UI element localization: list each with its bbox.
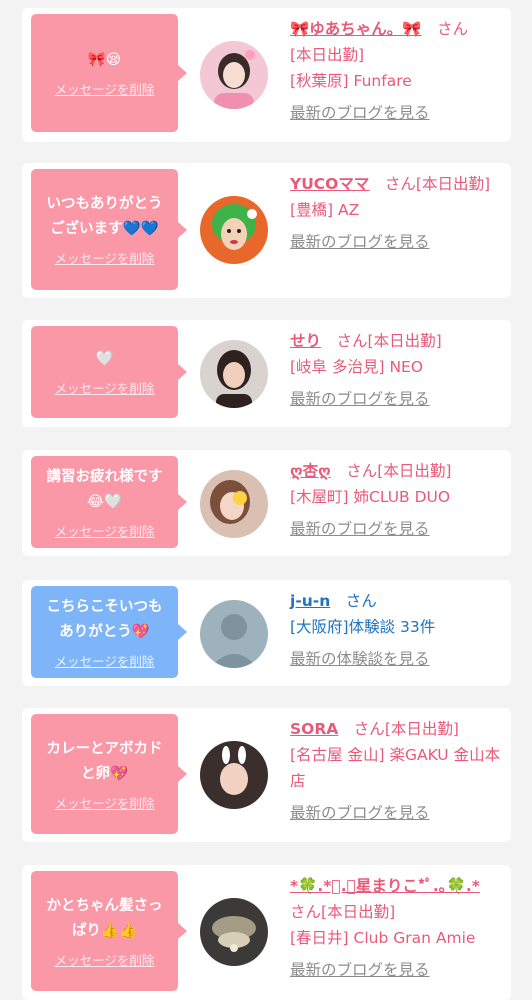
blog-link[interactable]: 最新のブログを見る xyxy=(290,229,505,255)
blog-link[interactable]: 最新のブログを見る xyxy=(290,386,505,412)
message-bubble: いつもありがとう ございます💙💙 メッセージを削除 xyxy=(31,169,187,290)
delete-message-link[interactable]: メッセージを削除 xyxy=(55,378,155,397)
message-bubble: 🤍 メッセージを削除 xyxy=(31,326,187,418)
sender-info: YUCOママ さん[本日出勤] [豊橋] AZ 最新のブログを見る xyxy=(290,171,505,255)
message-bubble: かとちゃん髪さっ ぱり👍👍 メッセージを削除 xyxy=(31,871,187,991)
avatar[interactable] xyxy=(200,196,268,264)
message-text: こちらこそいつも ありがとう💖 xyxy=(46,598,163,640)
review-count: [大阪府]体験談 33件 xyxy=(290,618,436,636)
blog-link[interactable]: 最新のブログを見る xyxy=(290,800,505,826)
message-text: 講習お疲れ様です 😂🤍 xyxy=(46,468,163,510)
shop-name: [豊橋] AZ xyxy=(290,201,360,219)
delete-message-link[interactable]: メッセージを削除 xyxy=(55,521,155,540)
sender-name[interactable]: j-u-n xyxy=(290,592,330,610)
message-card: 講習お疲れ様です 😂🤍 メッセージを削除 ღ杏ღ さん[本日出勤] [木屋町] … xyxy=(22,450,511,556)
sender-name[interactable]: ღ杏ღ xyxy=(290,462,331,480)
girl-photo-icon xyxy=(200,741,268,809)
work-status: [本日出勤] xyxy=(415,175,491,193)
avatar[interactable] xyxy=(200,898,268,966)
message-text: 🤍 xyxy=(95,351,114,367)
avatar[interactable] xyxy=(200,470,268,538)
blog-link[interactable]: 最新のブログを見る xyxy=(290,957,505,983)
no-photo-silhouette-icon xyxy=(200,600,268,668)
shop-name: [木屋町] 姉CLUB DUO xyxy=(290,488,451,506)
work-status: [本日出勤] xyxy=(384,720,459,738)
message-text: いつもありがとう ございます💙💙 xyxy=(46,196,163,237)
message-card: いつもありがとう ございます💙💙 メッセージを削除 YUCOママ さん[本日出勤… xyxy=(22,163,511,298)
avatar[interactable] xyxy=(200,41,268,109)
sender-name[interactable]: せり xyxy=(290,332,321,350)
review-link[interactable]: 最新の体験談を見る xyxy=(290,646,505,672)
message-bubble: 講習お疲れ様です 😂🤍 メッセージを削除 xyxy=(31,456,187,548)
girl-photo-icon xyxy=(200,41,268,109)
blog-link[interactable]: 最新のブログを見る xyxy=(290,100,505,126)
message-text: かとちゃん髪さっ ぱり👍👍 xyxy=(46,897,163,939)
work-status: [本日出勤] xyxy=(321,903,396,921)
sender-info: j-u-n さん [大阪府]体験談 33件 最新の体験談を見る xyxy=(290,588,505,672)
shop-name: [名古屋 金山] 楽GAKU 金山本店 xyxy=(290,746,501,790)
sender-info: せり さん[本日出勤] [岐阜 多治見] NEO 最新のブログを見る xyxy=(290,328,505,412)
girl-photo-icon xyxy=(200,470,268,538)
avatar[interactable] xyxy=(200,741,268,809)
message-text: 🎀😪 xyxy=(87,52,122,68)
honorific: さん xyxy=(345,592,377,610)
shop-name: [秋葉原] Funfare xyxy=(290,72,412,90)
sender-name[interactable]: SORA xyxy=(290,720,338,738)
sender-info: SORA さん[本日出勤] [名古屋 金山] 楽GAKU 金山本店 最新のブログ… xyxy=(290,716,505,826)
honorific: さん xyxy=(384,175,416,193)
message-card: カレーとアボカド と卵💖 メッセージを削除 SORA さん[本日出勤] [名古屋… xyxy=(22,708,511,842)
message-bubble: カレーとアボカド と卵💖 メッセージを削除 xyxy=(31,714,187,834)
message-bubble: 🎀😪 メッセージを削除 xyxy=(31,14,187,132)
honorific: さん xyxy=(437,20,469,38)
girl-photo-icon xyxy=(200,340,268,408)
sender-name[interactable]: *🍀.*ﾟ.｡星まりこ*ﾟ.｡🍀.* xyxy=(290,877,480,895)
honorific: さん xyxy=(346,462,378,480)
delete-message-link[interactable]: メッセージを削除 xyxy=(55,950,155,969)
message-bubble: こちらこそいつも ありがとう💖 メッセージを削除 xyxy=(31,586,187,678)
sender-name[interactable]: YUCOママ xyxy=(290,175,369,193)
sender-name[interactable]: 🎀ゆあちゃん。🎀 xyxy=(290,20,422,38)
sender-info: 🎀ゆあちゃん。🎀 さん [本日出勤] [秋葉原] Funfare 最新のブログを… xyxy=(290,16,505,126)
green-hair-illustration-icon xyxy=(200,196,268,264)
avatar[interactable] xyxy=(200,600,268,668)
work-status: [本日出勤] xyxy=(290,46,365,64)
blog-link[interactable]: 最新のブログを見る xyxy=(290,516,505,542)
message-card: 🎀😪 メッセージを削除 🎀ゆあちゃん。🎀 さん [本日出勤] [秋葉原] Fun… xyxy=(22,8,511,142)
sender-info: *🍀.*ﾟ.｡星まりこ*ﾟ.｡🍀.* さん[本日出勤] [春日井] Club G… xyxy=(290,873,505,983)
message-card: かとちゃん髪さっ ぱり👍👍 メッセージを削除 *🍀.*ﾟ.｡星まりこ*ﾟ.｡🍀.… xyxy=(22,865,511,1000)
delete-message-link[interactable]: メッセージを削除 xyxy=(55,651,155,670)
avatar[interactable] xyxy=(200,340,268,408)
shop-name: [春日井] Club Gran Amie xyxy=(290,929,476,947)
delete-message-link[interactable]: メッセージを削除 xyxy=(55,793,155,812)
delete-message-link[interactable]: メッセージを削除 xyxy=(55,248,155,267)
message-card: 🤍 メッセージを削除 せり さん[本日出勤] [岐阜 多治見] NEO 最新のブ… xyxy=(22,320,511,427)
honorific: さん xyxy=(353,720,385,738)
work-status: [本日出勤] xyxy=(367,332,442,350)
message-text: カレーとアボカド と卵💖 xyxy=(46,740,163,782)
delete-message-link[interactable]: メッセージを削除 xyxy=(55,79,155,98)
honorific: さん xyxy=(290,903,322,921)
honorific: さん xyxy=(336,332,368,350)
sender-info: ღ杏ღ さん[本日出勤] [木屋町] 姉CLUB DUO 最新のブログを見る xyxy=(290,458,505,542)
chandelier-photo-icon xyxy=(200,898,268,966)
message-list: 🎀😪 メッセージを削除 🎀ゆあちゃん。🎀 さん [本日出勤] [秋葉原] Fun… xyxy=(0,0,532,1000)
work-status: [本日出勤] xyxy=(377,462,452,480)
shop-name: [岐阜 多治見] NEO xyxy=(290,358,424,376)
message-card: こちらこそいつも ありがとう💖 メッセージを削除 j-u-n さん [大阪府]体… xyxy=(22,580,511,686)
